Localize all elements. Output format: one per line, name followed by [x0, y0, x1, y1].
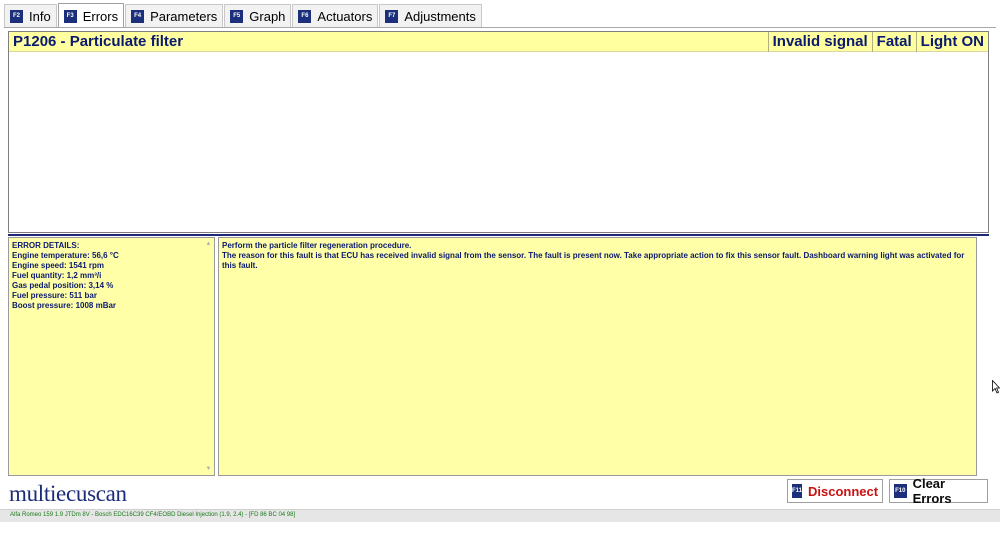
detail-line: Gas pedal position: 3,14 % — [12, 281, 114, 290]
fault-description-text: Perform the particle filter regeneration… — [222, 241, 970, 271]
f3-key-icon: F3 — [63, 9, 77, 23]
f10-key-icon: F10 — [894, 484, 907, 498]
status-bar: Alfa Romeo 159 1.9 JTDm 8V - Bosch EDC16… — [0, 509, 1000, 522]
tab-divider — [4, 27, 996, 28]
vehicle-status-text: Alfa Romeo 159 1.9 JTDm 8V - Bosch EDC16… — [10, 512, 296, 518]
details-scrollbar[interactable]: ▲ ▼ — [203, 238, 214, 475]
scroll-up-icon[interactable]: ▲ — [205, 241, 212, 247]
fault-row[interactable]: P1206 - Particulate filter Invalid signa… — [9, 32, 988, 52]
panel-divider — [8, 234, 989, 236]
tab-adjustments[interactable]: F7 Adjustments — [379, 4, 482, 27]
f6-key-icon: F6 — [298, 9, 312, 23]
error-details-text: ERROR DETAILS: Engine temperature: 56,6 … — [12, 241, 200, 311]
tab-label: Info — [29, 8, 51, 24]
fault-list: P1206 - Particulate filter Invalid signa… — [8, 31, 989, 233]
description-line: The reason for this fault is that ECU ha… — [222, 251, 965, 270]
disconnect-button[interactable]: F11 Disconnect — [787, 479, 883, 503]
app-window: F2 Info F3 Errors F4 Parameters F5 Graph… — [0, 0, 1000, 557]
f11-key-icon: F11 — [792, 484, 803, 498]
clear-errors-label: Clear Errors — [912, 476, 952, 506]
error-details-heading: ERROR DETAILS: — [12, 241, 80, 250]
fault-description-panel[interactable]: Perform the particle filter regeneration… — [218, 237, 977, 476]
tab-errors[interactable]: F3 Errors — [57, 3, 125, 28]
fault-light-status: Light ON — [915, 32, 988, 52]
detail-line: Fuel pressure: 511 bar — [12, 291, 97, 300]
fault-title: P1206 - Particulate filter — [13, 33, 184, 50]
detail-line: Engine temperature: 56,6 °C — [12, 251, 119, 260]
fault-type: Invalid signal — [767, 32, 872, 52]
description-line: Perform the particle filter regeneration… — [222, 241, 412, 250]
f7-key-icon: F7 — [385, 9, 399, 23]
fault-severity: Fatal — [871, 32, 916, 52]
tab-bar: F2 Info F3 Errors F4 Parameters F5 Graph… — [4, 3, 483, 28]
tab-info[interactable]: F2 Info — [4, 4, 57, 27]
detail-line: Engine speed: 1541 rpm — [12, 261, 105, 270]
tab-label: Errors — [82, 8, 119, 24]
scroll-down-icon[interactable]: ▼ — [205, 466, 212, 472]
tab-label: Adjustments — [404, 8, 476, 24]
f5-key-icon: F5 — [230, 9, 244, 23]
error-details-panel[interactable]: ERROR DETAILS: Engine temperature: 56,6 … — [8, 237, 215, 476]
tab-label: Graph — [249, 8, 286, 24]
f4-key-icon: F4 — [131, 9, 145, 23]
clear-errors-button[interactable]: F10 Clear Errors — [889, 476, 988, 506]
disconnect-label: Disconnect — [808, 483, 879, 499]
tab-label: Actuators — [317, 8, 373, 24]
tab-actuators[interactable]: F6 Actuators — [292, 4, 379, 27]
mouse-cursor-icon — [992, 380, 1000, 394]
app-logo: multiecuscan — [9, 481, 127, 506]
detail-line: Boost pressure: 1008 mBar — [12, 301, 117, 310]
tab-graph[interactable]: F5 Graph — [224, 4, 292, 27]
tab-parameters[interactable]: F4 Parameters — [125, 4, 224, 27]
detail-line: Fuel quantity: 1,2 mm³/i — [12, 271, 102, 280]
tab-label: Parameters — [150, 8, 218, 24]
f2-key-icon: F2 — [10, 9, 23, 23]
